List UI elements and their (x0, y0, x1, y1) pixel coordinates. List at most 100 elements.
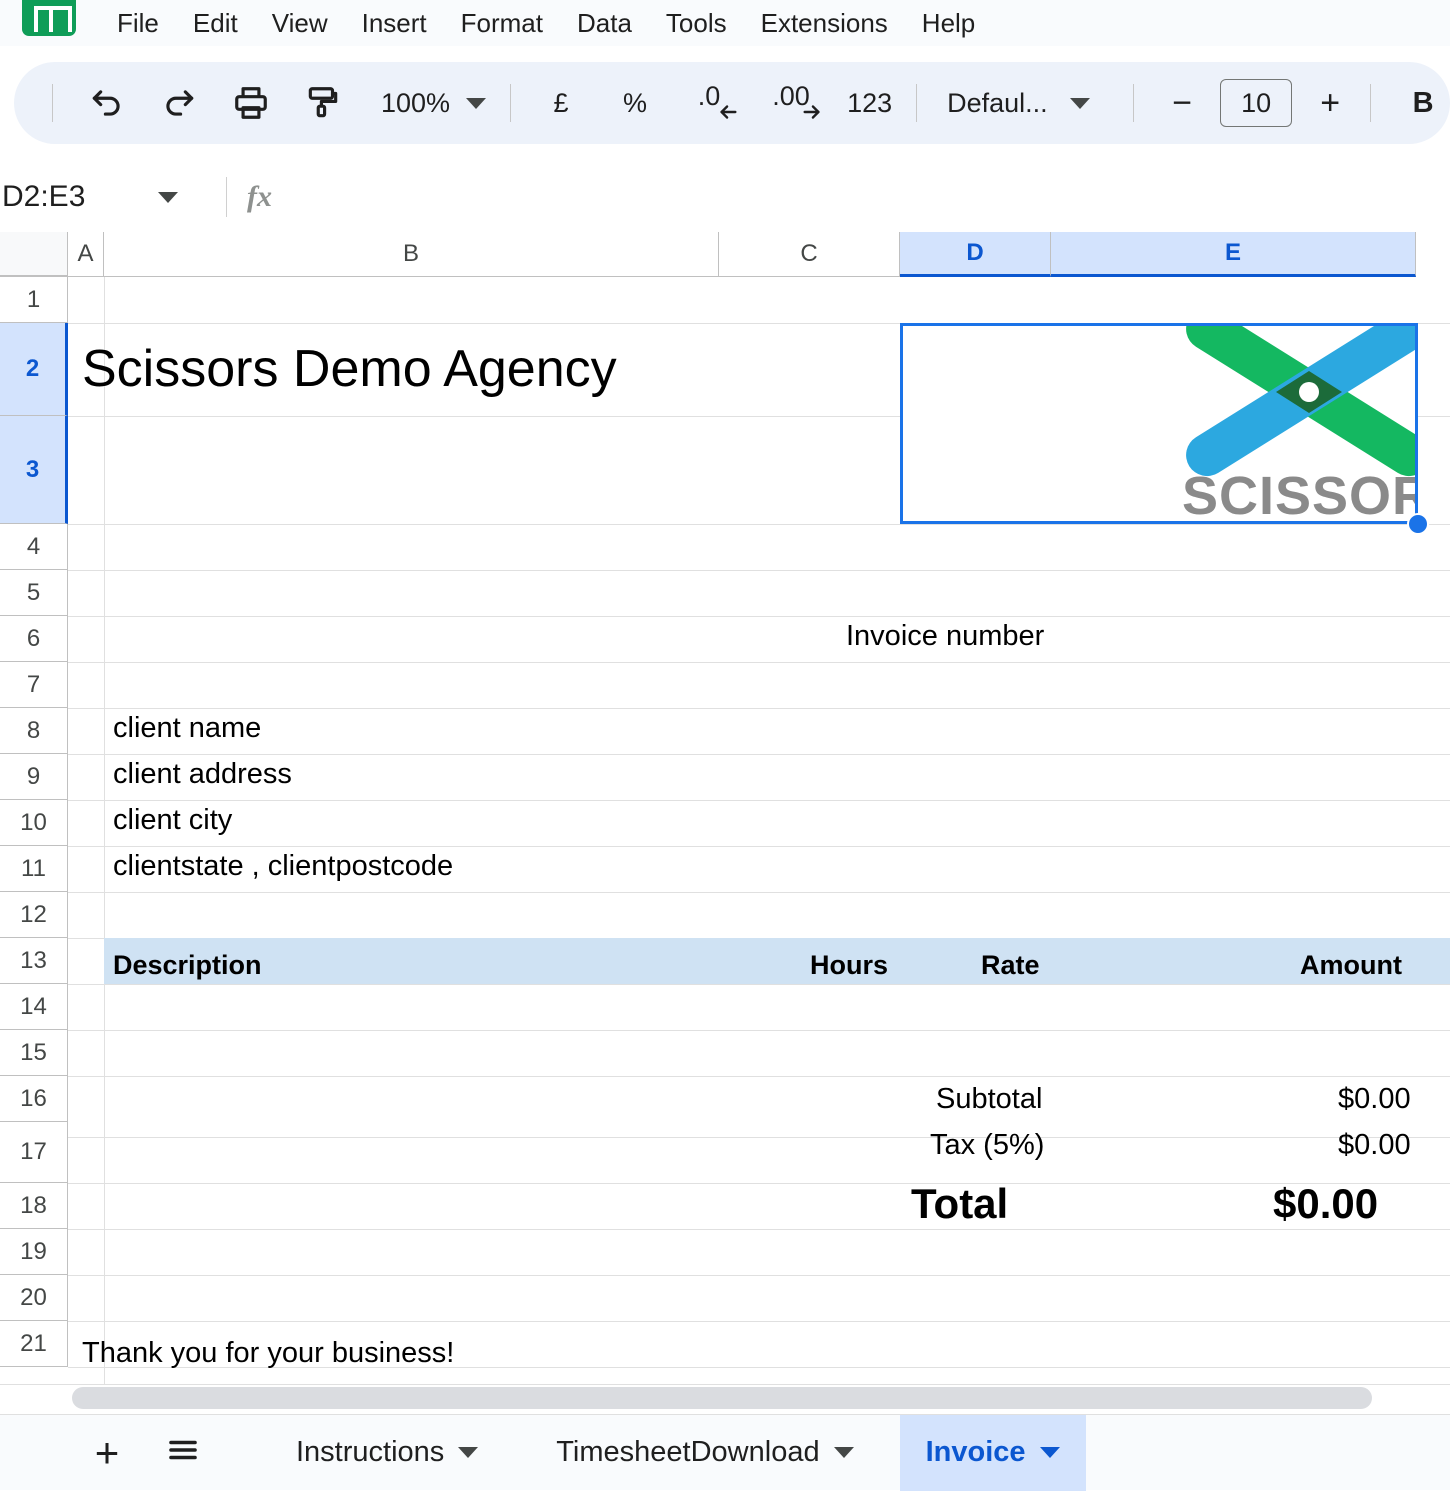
percent-format-button[interactable]: % (607, 75, 663, 131)
line-items-header-band (104, 938, 1450, 984)
spreadsheet-grid: A B C D E 1 2 3 4 5 6 7 8 9 10 11 12 13 … (0, 232, 1450, 1384)
client-state-postcode-cell[interactable]: clientstate , clientpostcode (113, 850, 453, 883)
row-header-8[interactable]: 8 (0, 708, 68, 754)
row-header-4[interactable]: 4 (0, 524, 68, 570)
increase-font-size-button[interactable]: + (1302, 75, 1358, 131)
toolbar-divider-5 (1370, 84, 1371, 122)
logo-wordmark: SCISSORS (1182, 465, 1418, 515)
client-name-cell[interactable]: client name (113, 712, 261, 745)
menu-format[interactable]: Format (444, 0, 560, 46)
google-sheets-icon[interactable] (22, 0, 76, 36)
column-header-a[interactable]: A (68, 232, 104, 277)
menu-file[interactable]: File (100, 0, 176, 46)
thank-you-cell[interactable]: Thank you for your business! (82, 1337, 454, 1370)
name-box[interactable]: D2:E3 (0, 174, 150, 220)
row-header-7[interactable]: 7 (0, 662, 68, 708)
row-header-13[interactable]: 13 (0, 938, 68, 984)
row-header-20[interactable]: 20 (0, 1275, 68, 1321)
row-header-10[interactable]: 10 (0, 800, 68, 846)
row-header-1[interactable]: 1 (0, 277, 68, 323)
paint-format-button[interactable] (295, 75, 351, 131)
header-rate: Rate (981, 950, 1040, 981)
column-header-e[interactable]: E (1051, 232, 1416, 277)
cell-area[interactable]: Scissors Demo Agency SCISSORS Bringing t… (68, 277, 1450, 1384)
row-header-15[interactable]: 15 (0, 1030, 68, 1076)
formula-input[interactable] (272, 174, 1450, 220)
toolbar-divider-4 (1133, 84, 1134, 122)
row-header-18[interactable]: 18 (0, 1183, 68, 1229)
toolbar-divider-2 (510, 84, 511, 122)
print-button[interactable] (223, 75, 279, 131)
zoom-selector[interactable]: 100% (371, 75, 496, 131)
gridline (68, 1229, 1450, 1230)
total-label-cell[interactable]: Total (911, 1180, 1008, 1228)
gridline (68, 984, 1450, 985)
tax-value-cell[interactable]: $0.00 (1338, 1129, 1411, 1162)
row-header-11[interactable]: 11 (0, 846, 68, 892)
company-name-cell[interactable]: Scissors Demo Agency (82, 339, 617, 399)
column-header-b[interactable]: B (104, 232, 719, 277)
column-header-d[interactable]: D (900, 232, 1051, 277)
row-header-19[interactable]: 19 (0, 1229, 68, 1275)
gridline (68, 1321, 1450, 1322)
row-header-5[interactable]: 5 (0, 570, 68, 616)
add-sheet-button[interactable]: + (78, 1424, 136, 1482)
row-header-3[interactable]: 3 (0, 416, 68, 524)
menu-edit[interactable]: Edit (176, 0, 255, 46)
undo-button[interactable] (79, 75, 135, 131)
scissors-logo-mark (1182, 325, 1418, 461)
subtotal-value-cell[interactable]: $0.00 (1338, 1083, 1411, 1116)
more-formats-button[interactable]: 123 (839, 75, 900, 131)
menu-tools[interactable]: Tools (649, 0, 744, 46)
row-header-9[interactable]: 9 (0, 754, 68, 800)
menu-extensions[interactable]: Extensions (744, 0, 905, 46)
menu-view[interactable]: View (255, 0, 345, 46)
subtotal-label-cell[interactable]: Subtotal (936, 1083, 1042, 1116)
select-all-corner[interactable] (0, 232, 68, 277)
row-header-6[interactable]: 6 (0, 616, 68, 662)
currency-format-button[interactable]: £ (533, 75, 589, 131)
font-size-input[interactable]: 10 (1220, 79, 1292, 127)
tax-label-cell[interactable]: Tax (5%) (930, 1129, 1044, 1162)
all-sheets-button[interactable] (154, 1424, 212, 1482)
chevron-down-icon[interactable] (458, 1447, 478, 1458)
gridline (68, 1183, 1450, 1184)
row-header-12[interactable]: 12 (0, 892, 68, 938)
font-family-selector[interactable]: Defaul... (929, 75, 1119, 131)
sheet-tab-label: Invoice (926, 1436, 1026, 1469)
currency-icon: £ (554, 88, 569, 119)
row-header-16[interactable]: 16 (0, 1076, 68, 1122)
sheet-tab-invoice[interactable]: Invoice (900, 1415, 1086, 1491)
row-header-21[interactable]: 21 (0, 1321, 68, 1367)
client-city-cell[interactable]: client city (113, 804, 232, 837)
chevron-down-icon[interactable] (1040, 1447, 1060, 1458)
sheet-tab-bar: + Instructions TimesheetDownload Invoice (0, 1414, 1450, 1490)
chevron-down-icon[interactable] (834, 1447, 854, 1458)
plus-icon: + (1320, 86, 1340, 120)
name-box-value: D2:E3 (2, 180, 85, 214)
menu-data[interactable]: Data (560, 0, 649, 46)
redo-button[interactable] (151, 75, 207, 131)
total-value-cell[interactable]: $0.00 (1273, 1180, 1378, 1228)
sheet-tab-instructions[interactable]: Instructions (270, 1415, 504, 1491)
menu-help[interactable]: Help (905, 0, 992, 46)
invoice-number-label-cell[interactable]: Invoice number (846, 620, 1044, 653)
name-box-chevron-down-icon[interactable] (158, 192, 178, 203)
row-header-17[interactable]: 17 (0, 1122, 68, 1183)
horizontal-scrollbar-thumb[interactable] (72, 1387, 1372, 1409)
row-header-2[interactable]: 2 (0, 323, 68, 416)
company-logo[interactable]: SCISSORS Bringing the sides together (900, 325, 1418, 515)
decrease-font-size-button[interactable]: − (1154, 75, 1210, 131)
sheet-tab-timesheetdownload[interactable]: TimesheetDownload (530, 1415, 879, 1491)
font-family-value: Defaul... (947, 88, 1048, 119)
selection-fill-handle[interactable] (1407, 513, 1429, 535)
row-header-14[interactable]: 14 (0, 984, 68, 1030)
decrease-decimal-button[interactable]: .0 (681, 75, 737, 131)
increase-decimal-button[interactable]: .00 (763, 75, 819, 131)
column-header-c[interactable]: C (719, 232, 900, 277)
minus-icon: − (1172, 86, 1192, 120)
bold-button[interactable]: B (1395, 75, 1450, 131)
client-address-cell[interactable]: client address (113, 758, 292, 791)
gridline (68, 1076, 1450, 1077)
menu-insert[interactable]: Insert (345, 0, 444, 46)
